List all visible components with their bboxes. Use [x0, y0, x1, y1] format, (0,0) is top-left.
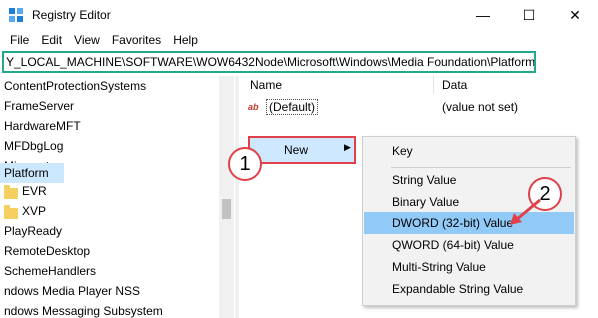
- menu-favorites[interactable]: Favorites: [106, 30, 167, 50]
- folder-icon: [4, 205, 18, 219]
- tree-item-evr[interactable]: EVR: [22, 181, 47, 201]
- maximize-icon: ☐: [522, 6, 536, 23]
- submenu-multi-string-value[interactable]: Multi-String Value: [364, 256, 574, 278]
- tree-item-windows-media-player-nss[interactable]: ndows Media Player NSS: [4, 281, 140, 301]
- submenu-separator: [391, 167, 571, 168]
- folder-icon: [4, 185, 18, 199]
- menu-help[interactable]: Help: [167, 30, 204, 50]
- address-bar[interactable]: Y_LOCAL_MACHINE\SOFTWARE\WOW6432Node\Mic…: [2, 51, 536, 73]
- tree-item-xvp[interactable]: XVP: [22, 201, 46, 221]
- tree-item-mfdbglog[interactable]: MFDbgLog: [4, 136, 63, 156]
- maximize-button[interactable]: ☐: [506, 0, 552, 30]
- menu-view[interactable]: View: [68, 30, 106, 50]
- menu-edit[interactable]: Edit: [35, 30, 68, 50]
- pane-splitter[interactable]: [235, 76, 239, 318]
- registry-editor-icon: [9, 8, 23, 22]
- minimize-button[interactable]: —: [460, 0, 506, 30]
- submenu-expandable-string-value[interactable]: Expandable String Value: [364, 278, 574, 300]
- tree-item-schemehandlers[interactable]: SchemeHandlers: [4, 261, 96, 281]
- string-value-icon: ab: [248, 102, 259, 112]
- context-menu-new-label: New: [284, 143, 309, 157]
- tree-item-hardwaremft[interactable]: HardwareMFT: [4, 116, 81, 136]
- tree-scrollbar[interactable]: [219, 76, 234, 318]
- value-name-default[interactable]: (Default): [266, 99, 319, 115]
- title-bar: Registry Editor — ☐ ✕: [0, 0, 598, 30]
- close-icon: ✕: [569, 6, 581, 23]
- window-title: Registry Editor: [32, 8, 111, 22]
- tree-item-contentprotectionsystems[interactable]: ContentProtectionSystems: [4, 76, 146, 96]
- tree-scrollbar-thumb[interactable]: [222, 199, 231, 219]
- close-button[interactable]: ✕: [552, 0, 598, 30]
- value-data-default: (value not set): [442, 100, 519, 114]
- tree-item-platform[interactable]: Platform: [0, 163, 64, 183]
- column-header-data[interactable]: Data: [442, 78, 467, 92]
- tree-item-windows-messaging-subsystem[interactable]: ndows Messaging Subsystem: [4, 301, 163, 318]
- minimize-icon: —: [476, 7, 490, 23]
- key-tree: ContentProtectionSystems FrameServer Har…: [0, 76, 233, 318]
- tree-item-remotedesktop[interactable]: RemoteDesktop: [4, 241, 90, 261]
- tree-item-playready[interactable]: PlayReady: [4, 221, 62, 241]
- tree-item-frameserver[interactable]: FrameServer: [4, 96, 74, 116]
- address-path: Y_LOCAL_MACHINE\SOFTWARE\WOW6432Node\Mic…: [6, 55, 536, 69]
- submenu-arrow-icon: ▶: [344, 142, 351, 152]
- menu-bar: File Edit View Favorites Help: [0, 30, 598, 50]
- context-menu-new[interactable]: New ▶: [248, 136, 356, 164]
- step-callout-1: 1: [228, 147, 262, 181]
- submenu-key[interactable]: Key: [364, 140, 574, 162]
- menu-file[interactable]: File: [4, 30, 35, 50]
- column-divider[interactable]: [433, 76, 434, 94]
- column-header-name[interactable]: Name: [250, 78, 282, 92]
- annotation-arrow-icon: [510, 198, 541, 225]
- submenu-qword-value[interactable]: QWORD (64-bit) Value: [364, 234, 574, 256]
